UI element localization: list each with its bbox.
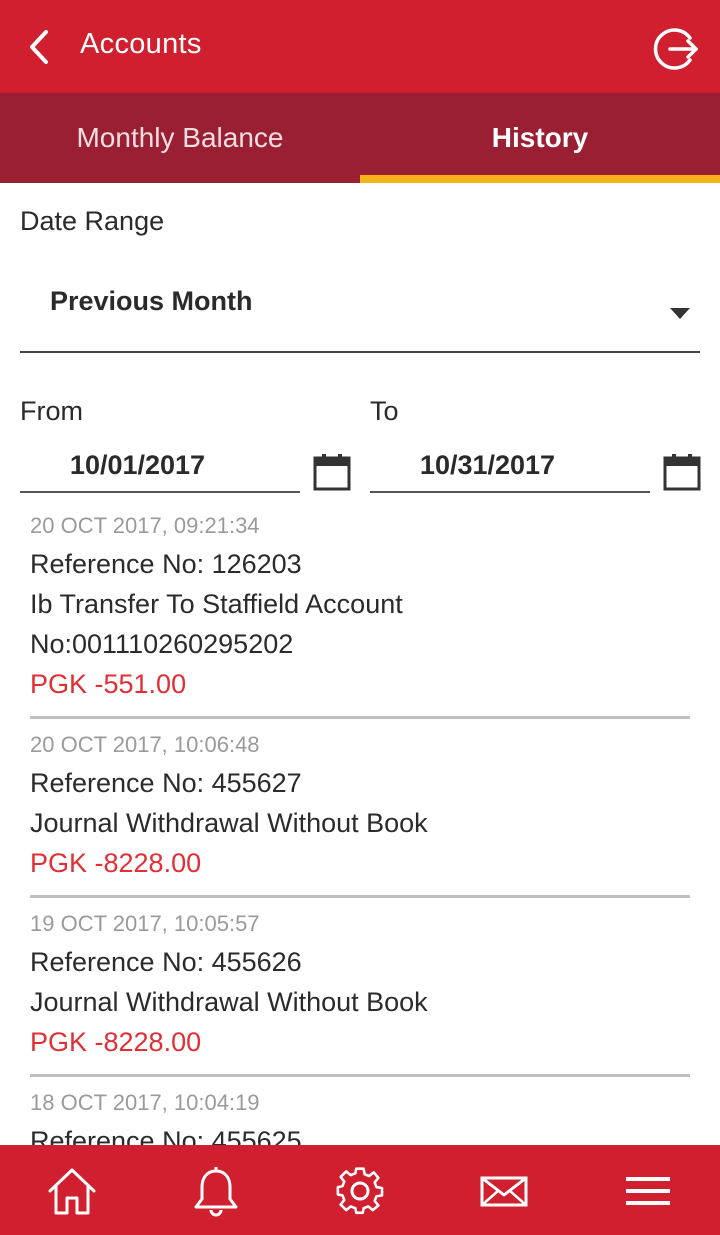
chevron-left-icon (30, 30, 48, 64)
transaction-reference: Reference No: 455627 (30, 768, 302, 798)
transaction-item[interactable]: 20 OCT 2017, 09:21:34 Reference No: 1262… (30, 500, 690, 719)
calendar-icon (663, 454, 701, 491)
transaction-amount: PGK -8228.00 (30, 1027, 202, 1057)
transaction-datetime: 18 OCT 2017, 10:04:19 (30, 1090, 260, 1115)
transaction-item[interactable]: 20 OCT 2017, 10:06:48 Reference No: 4556… (30, 719, 690, 898)
logout-icon (653, 28, 698, 70)
transaction-reference: Reference No: 455626 (30, 947, 302, 977)
transaction-description: Journal Withdrawal Without Book (30, 987, 428, 1017)
from-date-field[interactable]: 10/01/2017 (20, 440, 300, 493)
nav-settings-button[interactable] (334, 1165, 386, 1217)
mail-icon (480, 1176, 528, 1207)
calendar-icon (313, 454, 351, 491)
back-button[interactable] (22, 24, 62, 70)
from-label: From (20, 396, 83, 426)
to-date-value: 10/31/2017 (419, 450, 556, 480)
caret-down-icon (670, 308, 690, 319)
tab-bar: Monthly Balance History (0, 93, 720, 183)
bottom-nav (0, 1145, 720, 1235)
transaction-item[interactable]: 18 OCT 2017, 10:04:19 Reference No: 4556… (30, 1077, 690, 1145)
nav-notifications-button[interactable] (190, 1165, 242, 1217)
tab-monthly-balance[interactable]: Monthly Balance (0, 93, 360, 183)
transaction-description: Journal Withdrawal Without Book (30, 808, 428, 838)
date-range-label: Date Range (20, 206, 165, 236)
transaction-reference: Reference No: 126203 (30, 549, 302, 579)
date-range-value: Previous Month (50, 286, 253, 316)
transaction-datetime: 20 OCT 2017, 09:21:34 (30, 513, 260, 538)
transaction-datetime: 19 OCT 2017, 10:05:57 (30, 911, 260, 936)
nav-home-button[interactable] (46, 1165, 98, 1217)
transaction-reference: Reference No: 455625 (30, 1126, 302, 1145)
transaction-description-cont: No:001110260295202 (30, 629, 294, 659)
page-title: Accounts (80, 28, 202, 60)
to-label: To (370, 396, 399, 426)
transaction-amount: PGK -551.00 (30, 669, 187, 699)
from-calendar-button[interactable] (312, 452, 352, 492)
tab-history[interactable]: History (360, 93, 720, 183)
transaction-description: Ib Transfer To Staffield Account (30, 589, 403, 619)
nav-menu-button[interactable] (622, 1165, 674, 1217)
app-bar: Accounts (0, 0, 720, 93)
to-calendar-button[interactable] (662, 452, 702, 492)
to-date-field[interactable]: 10/31/2017 (370, 440, 650, 493)
tab-selected-indicator (360, 175, 720, 183)
from-date-value: 10/01/2017 (69, 450, 206, 480)
nav-messages-button[interactable] (478, 1165, 530, 1217)
transaction-amount: PGK -8228.00 (30, 848, 202, 878)
home-icon (48, 1168, 96, 1215)
logout-button[interactable] (652, 24, 702, 74)
transaction-item[interactable]: 19 OCT 2017, 10:05:57 Reference No: 4556… (30, 898, 690, 1077)
bell-icon (194, 1167, 238, 1217)
date-range-select[interactable]: Previous Month (20, 268, 700, 353)
transaction-datetime: 20 OCT 2017, 10:06:48 (30, 732, 260, 757)
gear-icon (336, 1167, 384, 1215)
transaction-list[interactable]: 20 OCT 2017, 09:21:34 Reference No: 1262… (0, 500, 720, 1145)
menu-icon (626, 1177, 670, 1205)
